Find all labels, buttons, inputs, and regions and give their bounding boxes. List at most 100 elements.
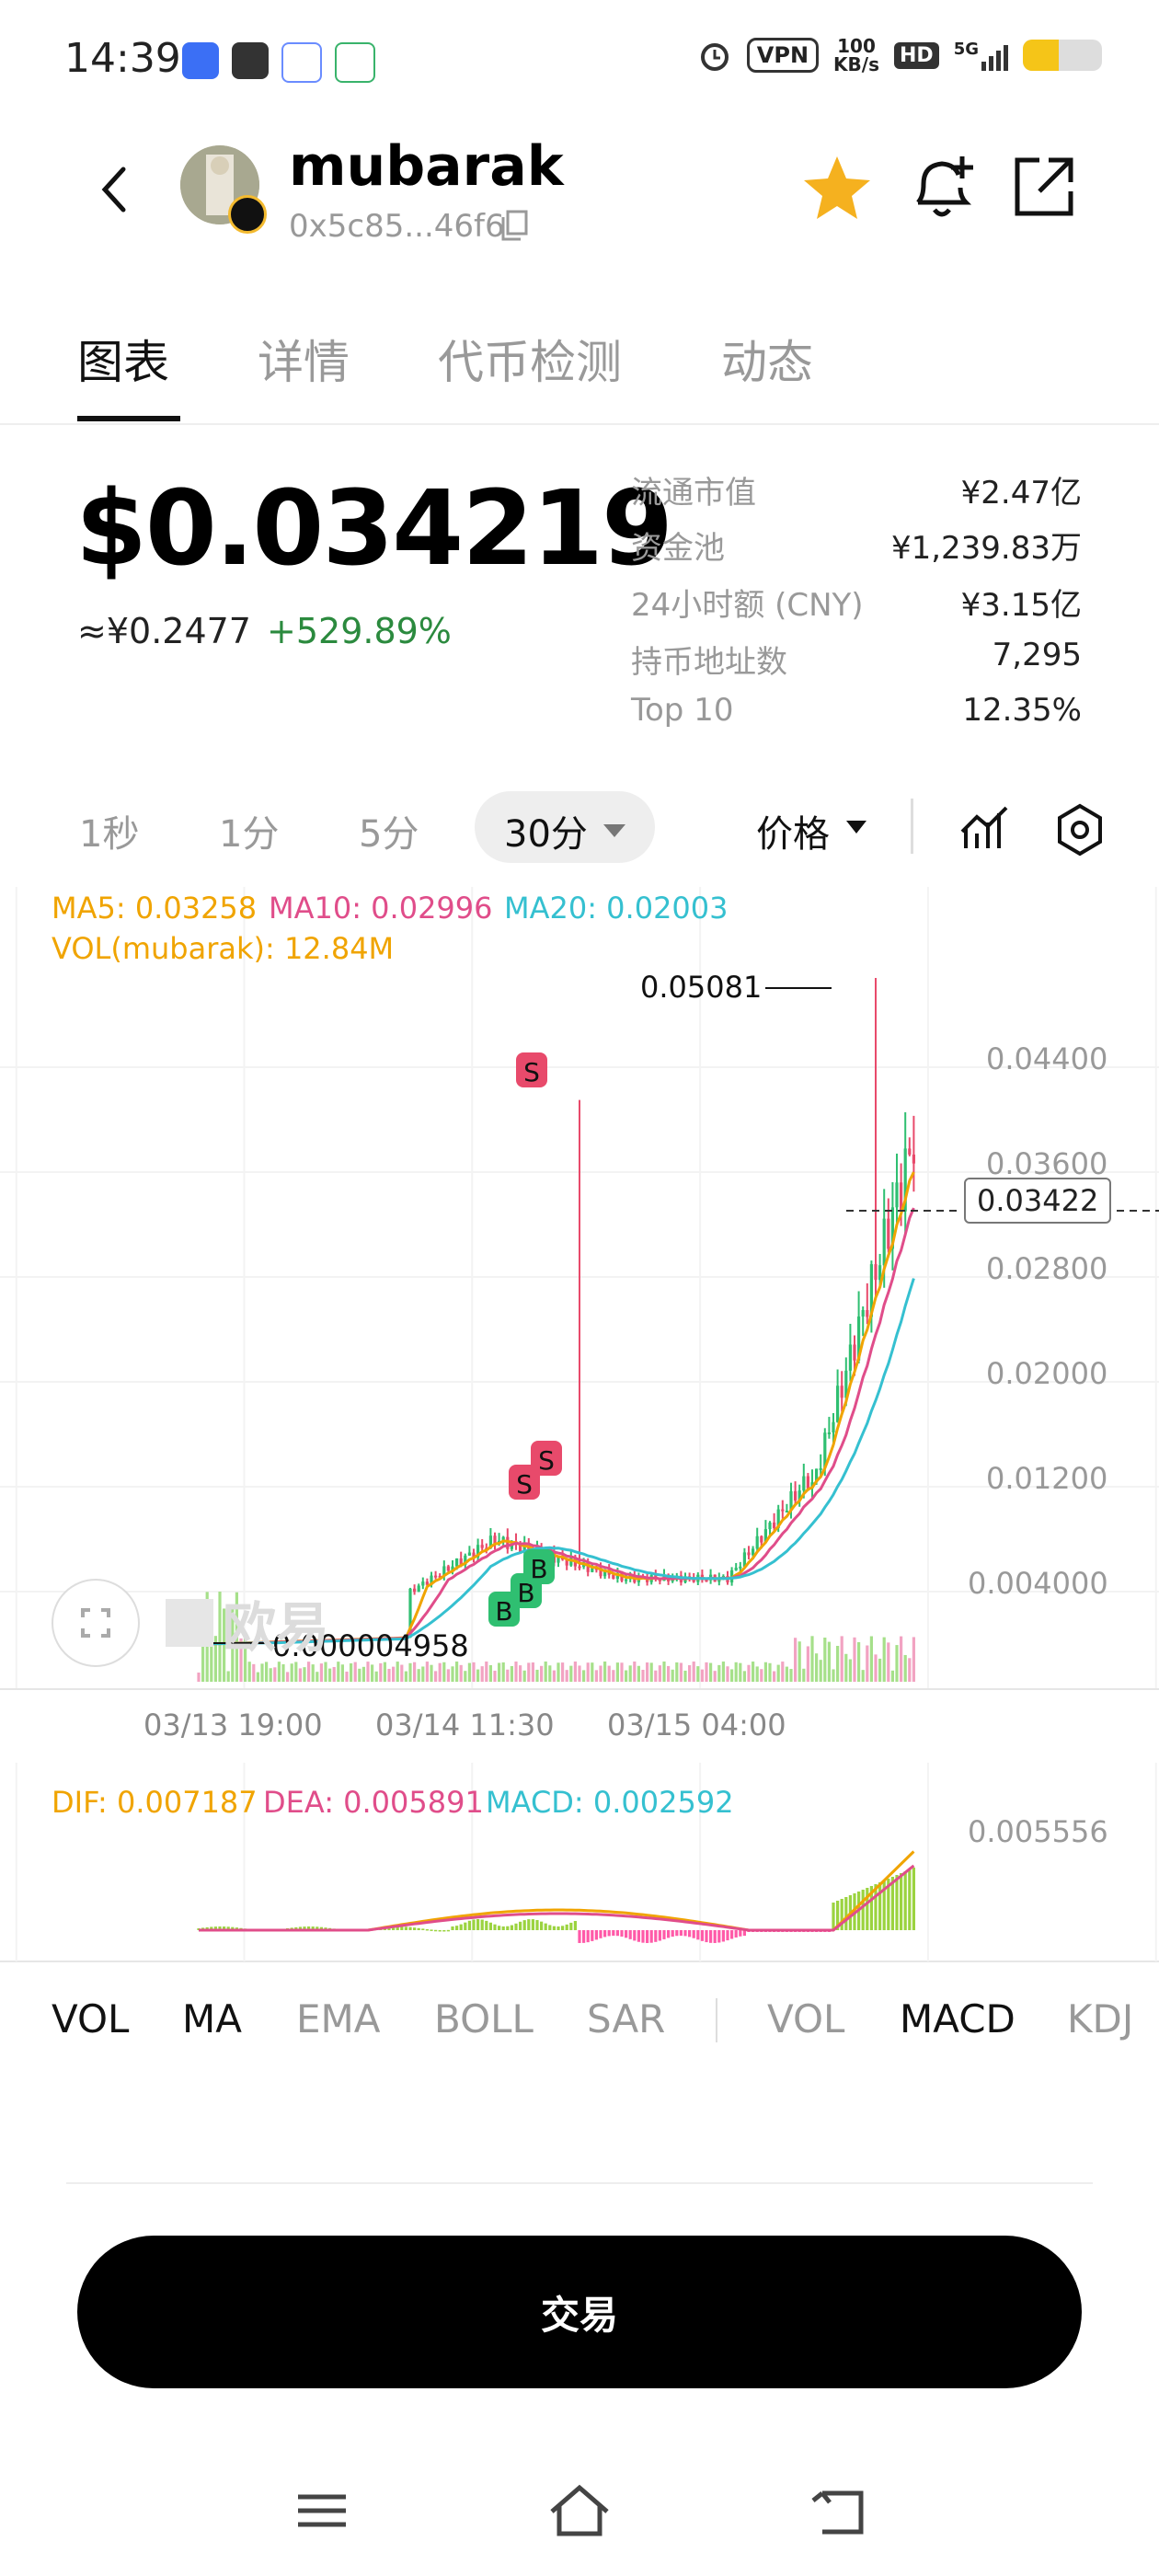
candle-body (861, 1309, 865, 1317)
indicator-tab-macd[interactable]: MACD (900, 1996, 1016, 2041)
volume-bar (591, 1662, 594, 1682)
macd-histogram-bar (586, 1930, 590, 1943)
candle-body (895, 1182, 899, 1208)
macd-histogram-bar (531, 1919, 534, 1930)
volume-bar (903, 1654, 907, 1682)
volume-bar (866, 1645, 869, 1682)
volume-bar (654, 1670, 658, 1682)
volume-bar (887, 1642, 890, 1682)
volume-bar (281, 1663, 285, 1682)
volume-bar (705, 1662, 708, 1682)
macd-histogram-bar (451, 1926, 454, 1930)
volume-bar (324, 1662, 327, 1682)
dea-line (199, 1864, 915, 1932)
trade-button[interactable]: 交易 (77, 2236, 1082, 2388)
ma20-legend: MA20: 0.02003 (504, 891, 729, 926)
volume-bar (773, 1671, 776, 1682)
watermark-logo: 欧易 (166, 1584, 329, 1662)
macd-histogram-bar (552, 1926, 556, 1930)
volume-bar (557, 1662, 560, 1682)
volume-bar (730, 1669, 734, 1682)
macd-histogram-bar (599, 1930, 602, 1938)
back-nav-icon[interactable] (802, 2478, 876, 2543)
volume-bar (413, 1662, 417, 1682)
macd-histogram-bar (506, 1926, 510, 1930)
volume-bar (307, 1662, 311, 1682)
price-mode-dropdown[interactable]: 价格 (756, 804, 830, 857)
macd-histogram-bar (832, 1903, 835, 1930)
volume-bar (709, 1662, 713, 1682)
back-button[interactable] (92, 162, 138, 217)
volume-bar (768, 1662, 772, 1682)
volume-bar (671, 1669, 674, 1682)
candle-body (874, 1264, 878, 1281)
volume-bar (717, 1664, 721, 1682)
copy-icon[interactable] (500, 210, 528, 241)
indicator-tab-ema[interactable]: EMA (296, 1996, 381, 2041)
home-icon[interactable] (543, 2478, 616, 2543)
candle-body (853, 1344, 856, 1361)
volume-bar (498, 1662, 501, 1682)
volume-bar (594, 1670, 598, 1682)
macd-histogram-bar (709, 1930, 713, 1943)
candle-body (832, 1421, 835, 1432)
macd-histogram-bar (649, 1930, 653, 1943)
macd-histogram-bar (908, 1869, 912, 1930)
dif-line (199, 1850, 915, 1932)
volume-bar (328, 1668, 332, 1682)
macd-histogram-bar (696, 1930, 700, 1940)
alarm-icon (700, 43, 729, 71)
stat-value-volume: ¥3.15亿 (960, 587, 1082, 624)
tab-token-check[interactable]: 代币检测 (438, 326, 622, 392)
macd-histogram-bar (721, 1930, 725, 1942)
macd-histogram-bar (628, 1930, 632, 1939)
volume-bar (247, 1662, 251, 1682)
volume-bar (446, 1669, 450, 1682)
stat-label-holders: 持币地址数 (631, 644, 787, 681)
tab-details[interactable]: 详情 (258, 326, 350, 392)
volume-bar (789, 1669, 793, 1682)
macd-histogram-bar (557, 1926, 560, 1930)
share-icon[interactable] (1012, 155, 1076, 219)
macd-histogram-bar (895, 1875, 899, 1930)
candle-body (802, 1476, 806, 1491)
settings-icon[interactable] (1052, 802, 1107, 857)
indicator-tab-boll[interactable]: BOLL (434, 1996, 534, 2041)
indicator-tab-vol[interactable]: VOL (52, 1996, 129, 2041)
macd-histogram-bar (501, 1926, 505, 1930)
interval-5m[interactable]: 5分 (359, 804, 419, 857)
macd-histogram-bar (467, 1920, 471, 1930)
interval-1s[interactable]: 1秒 (79, 804, 139, 857)
macd-histogram-bar (476, 1919, 480, 1930)
candle-body (434, 1575, 438, 1578)
macd-histogram-bar (713, 1930, 717, 1943)
volume-bar (848, 1659, 852, 1682)
interval-1m[interactable]: 1分 (219, 804, 279, 857)
macd-histogram-bar (510, 1925, 513, 1930)
indicator-tab-sar[interactable]: SAR (587, 1996, 665, 2041)
tab-chart[interactable]: 图表 (77, 326, 169, 392)
volume-bar (510, 1665, 513, 1682)
macd-histogram-bar (679, 1930, 683, 1937)
interval-30m-label: 30分 (504, 813, 588, 856)
candle-body (836, 1386, 840, 1422)
indicator-tab-sub-vol[interactable]: VOL (767, 1996, 844, 2041)
macd-histogram-bar (421, 1928, 425, 1930)
alert-bell-icon[interactable] (907, 151, 977, 224)
indicator-chart-icon[interactable] (957, 800, 1012, 856)
volume-bar (646, 1662, 649, 1682)
menu-icon[interactable] (285, 2478, 359, 2543)
favorite-star-icon[interactable] (802, 153, 872, 223)
indicator-tab-kdj[interactable]: KDJ (1067, 1996, 1133, 2041)
volume-bar (361, 1666, 365, 1682)
candle-body (785, 1511, 788, 1513)
usd-price: $0.034219 (75, 469, 673, 589)
fullscreen-button[interactable] (52, 1579, 140, 1667)
x-tick-label: 03/15 04:00 (607, 1708, 786, 1742)
tab-activity[interactable]: 动态 (721, 326, 813, 392)
volume-bar (350, 1663, 353, 1682)
volume-bar (861, 1670, 865, 1682)
volume-bar (561, 1662, 565, 1682)
indicator-tab-ma[interactable]: MA (182, 1996, 242, 2041)
volume-bar (781, 1662, 785, 1682)
